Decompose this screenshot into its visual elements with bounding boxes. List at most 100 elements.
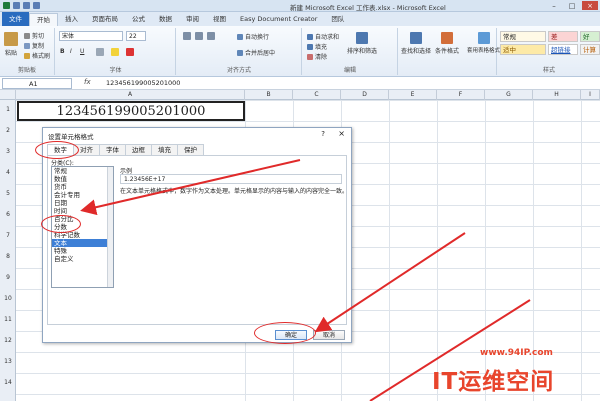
row-header[interactable]: 11 xyxy=(0,316,16,323)
row-header[interactable]: 8 xyxy=(0,253,16,260)
align-bottom-icon[interactable] xyxy=(207,32,215,40)
tab-protection[interactable]: 保护 xyxy=(177,144,204,155)
undo-icon[interactable] xyxy=(23,2,30,9)
save-icon[interactable] xyxy=(13,2,20,9)
magnifier-icon xyxy=(410,32,422,44)
column-header[interactable]: C xyxy=(293,90,341,100)
row-header[interactable]: 5 xyxy=(0,190,16,197)
format-as-table-button[interactable]: 套用表格格式 xyxy=(467,32,500,54)
style-calc[interactable]: 计算 xyxy=(580,44,600,55)
name-box[interactable]: A1 xyxy=(2,78,72,89)
format-painter-button[interactable]: 格式刷 xyxy=(24,51,50,60)
fill-button[interactable]: 填充 xyxy=(307,42,327,51)
font-group-label: 字体 xyxy=(109,67,122,74)
category-item-selected[interactable]: 文本 xyxy=(52,239,113,247)
close-window-button[interactable]: × xyxy=(582,1,598,10)
column-header[interactable]: H xyxy=(533,90,581,100)
sort-filter-button[interactable]: 排序和筛选 xyxy=(347,32,377,55)
tab-formulas[interactable]: 公式 xyxy=(125,13,152,26)
conditional-format-button[interactable]: 条件格式 xyxy=(435,32,459,55)
tab-view[interactable]: 视图 xyxy=(206,13,233,26)
tab-team[interactable]: 团队 xyxy=(324,13,351,26)
cancel-button[interactable]: 取消 xyxy=(313,330,345,340)
style-neutral[interactable]: 适中 xyxy=(500,44,546,55)
clear-button[interactable]: 清除 xyxy=(307,52,327,61)
row-header[interactable]: 6 xyxy=(0,211,16,218)
cell-a1[interactable]: 123456199005201000 xyxy=(17,101,245,121)
font-size-select[interactable]: 22 xyxy=(126,31,146,41)
row-header[interactable]: 14 xyxy=(0,379,16,386)
category-scrollbar[interactable] xyxy=(107,167,113,287)
cut-button[interactable]: 剪切 xyxy=(24,31,44,40)
tab-page-layout[interactable]: 页面布局 xyxy=(85,13,125,26)
row-header[interactable]: 13 xyxy=(0,358,16,365)
tab-border[interactable]: 边框 xyxy=(125,144,152,155)
tab-file[interactable]: 文件 xyxy=(2,12,29,26)
row-header[interactable]: 10 xyxy=(0,295,16,302)
row-header[interactable]: 4 xyxy=(0,169,16,176)
brush-icon xyxy=(24,52,30,59)
category-item[interactable]: 会计专用 xyxy=(52,191,113,199)
row-header[interactable]: 3 xyxy=(0,148,16,155)
tab-fill[interactable]: 填充 xyxy=(151,144,178,155)
help-button[interactable]: ? xyxy=(321,130,325,138)
category-item[interactable]: 自定义 xyxy=(52,255,113,263)
find-select-button[interactable]: 查找和选择 xyxy=(401,32,431,55)
select-all-corner[interactable] xyxy=(0,90,16,100)
minimize-button[interactable]: – xyxy=(546,1,562,10)
style-good[interactable]: 好 xyxy=(580,31,600,42)
italic-button[interactable]: I xyxy=(70,48,72,55)
column-header[interactable]: A xyxy=(16,90,245,100)
bold-button[interactable]: B xyxy=(60,48,65,55)
border-icon[interactable] xyxy=(96,48,104,56)
style-normal[interactable]: 常规 xyxy=(500,31,546,42)
alignment-group: 自动换行 合并后居中 对齐方式 xyxy=(177,28,302,75)
column-header[interactable]: F xyxy=(437,90,485,100)
style-bad[interactable]: 差 xyxy=(548,31,578,42)
column-header[interactable]: E xyxy=(389,90,437,100)
row-header[interactable]: 12 xyxy=(0,337,16,344)
category-item[interactable]: 时间 xyxy=(52,207,113,215)
wrap-text-button[interactable]: 自动换行 xyxy=(237,32,269,41)
align-middle-icon[interactable] xyxy=(195,32,203,40)
autosum-button[interactable]: 自动求和 xyxy=(307,32,339,41)
font-name-select[interactable]: 宋体 xyxy=(59,31,123,41)
category-item[interactable]: 数值 xyxy=(52,175,113,183)
tab-home[interactable]: 开始 xyxy=(29,13,58,26)
fill-color-icon[interactable] xyxy=(111,48,119,56)
fx-icon[interactable]: fx xyxy=(84,78,91,86)
paste-button[interactable]: 粘贴 xyxy=(4,32,18,57)
tab-font[interactable]: 字体 xyxy=(99,144,126,155)
tab-review[interactable]: 审阅 xyxy=(179,13,206,26)
row-header[interactable]: 1 xyxy=(0,106,16,113)
clipboard-group: 粘贴 剪切 复制 格式刷 剪贴板 xyxy=(0,28,55,75)
align-top-icon[interactable] xyxy=(183,32,191,40)
redo-icon[interactable] xyxy=(33,2,40,9)
column-header[interactable]: B xyxy=(245,90,293,100)
underline-button[interactable]: U xyxy=(80,48,84,55)
row-header[interactable]: 7 xyxy=(0,232,16,239)
grid-line xyxy=(437,100,438,401)
category-item[interactable]: 日期 xyxy=(52,199,113,207)
style-hyperlink[interactable]: 超链接 xyxy=(548,44,578,55)
maximize-button[interactable]: □ xyxy=(564,1,580,10)
row-header[interactable]: 9 xyxy=(0,274,16,281)
category-item[interactable]: 特殊 xyxy=(52,247,113,255)
column-header[interactable]: G xyxy=(485,90,533,100)
annotation-circle-number-tab xyxy=(35,141,79,159)
category-item[interactable]: 货币 xyxy=(52,183,113,191)
merge-center-button[interactable]: 合并后居中 xyxy=(237,48,275,57)
dialog-close-button[interactable]: × xyxy=(338,129,345,138)
column-header[interactable]: I xyxy=(581,90,600,100)
tab-data[interactable]: 数据 xyxy=(152,13,179,26)
paste-icon xyxy=(4,32,18,46)
column-header[interactable]: D xyxy=(341,90,389,100)
watermark-url: www.94IP.com xyxy=(480,348,553,358)
category-item[interactable]: 常规 xyxy=(52,167,113,175)
copy-button[interactable]: 复制 xyxy=(24,41,44,50)
tab-insert[interactable]: 插入 xyxy=(58,13,85,26)
tab-easy-document-creator[interactable]: Easy Document Creator xyxy=(233,13,324,26)
formula-input[interactable]: 123456199005201000 xyxy=(106,79,180,87)
font-color-icon[interactable] xyxy=(126,48,134,56)
row-header[interactable]: 2 xyxy=(0,127,16,134)
